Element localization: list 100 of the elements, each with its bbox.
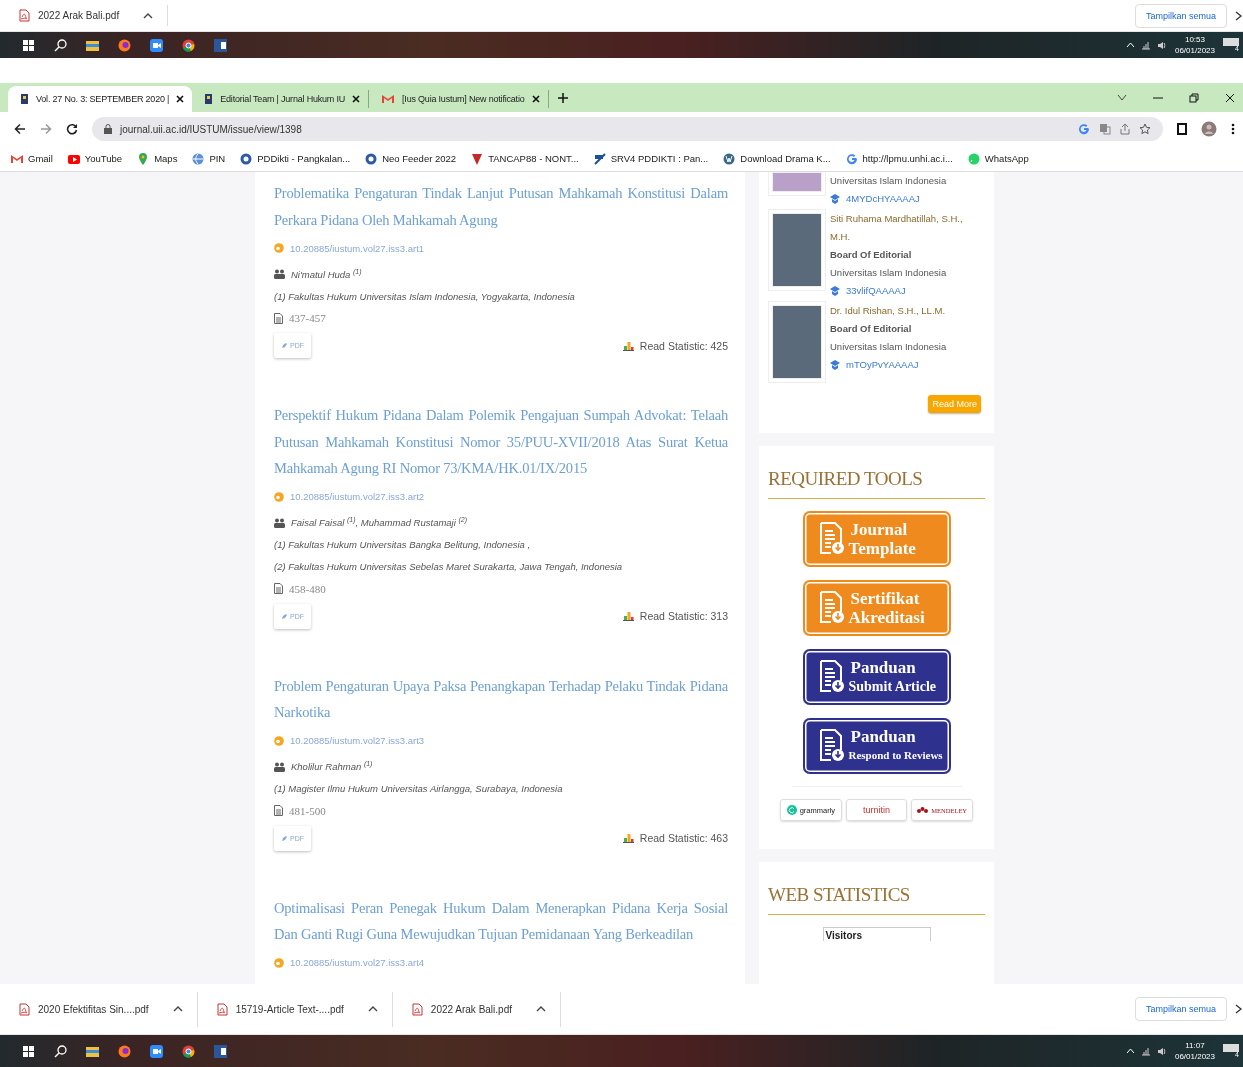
bookmark[interactable]: PIN — [191, 151, 226, 166]
address-bar[interactable]: journal.uii.ac.id/IUSTUM/issue/view/1398 — [92, 117, 1163, 141]
download-item[interactable]: 2022 Arak Bali.pdf — [392, 991, 561, 1027]
logo-icon — [470, 151, 485, 166]
pencil-icon — [281, 834, 287, 842]
folder-icon[interactable] — [85, 38, 99, 52]
translate-icon[interactable] — [1099, 123, 1111, 135]
side-panel-icon[interactable] — [1177, 123, 1187, 135]
tool-button-label: Respond to Reviews — [848, 748, 943, 763]
member-affiliation: Universitas Islam Indonesia — [830, 340, 947, 354]
word-icon[interactable] — [213, 38, 227, 52]
pdf-file-icon — [18, 1002, 30, 1016]
windows-icon[interactable] — [21, 1044, 35, 1058]
file-name: 2022 Arak Bali.pdf — [430, 1003, 512, 1015]
scholar-id-link[interactable]: 4MYDcHYAAAAJ — [846, 190, 920, 208]
caret-up-icon[interactable] — [172, 1005, 183, 1013]
document-download-icon — [818, 728, 845, 764]
caret-up-icon[interactable] — [536, 1005, 546, 1013]
seal-icon — [364, 151, 379, 166]
doi-icon — [274, 491, 284, 502]
chevron-up-icon[interactable] — [1125, 42, 1135, 48]
windows-icon[interactable] — [21, 38, 35, 52]
video-call-icon[interactable] — [149, 1044, 163, 1058]
people-icon — [274, 269, 285, 279]
tool-button[interactable]: Panduan Submit Article — [802, 649, 951, 705]
back-arrow-icon[interactable] — [14, 123, 26, 135]
bookmark[interactable]: PDDikti - Pangkalan... — [239, 151, 351, 166]
speaker-icon[interactable] — [1156, 1046, 1167, 1056]
browser-tab[interactable]: [Ius Quia Iustum] New notificatio — [369, 90, 549, 108]
read-statistic: Read Statistic: 463 — [639, 832, 728, 844]
caret-up-icon[interactable] — [367, 1005, 378, 1013]
browser-tab[interactable]: Editorial Team | Jurnal Hukum IU — [192, 90, 370, 108]
speaker-icon[interactable] — [1156, 40, 1167, 50]
scholar-id-link[interactable]: mTOyPvYAAAAJ — [846, 356, 919, 374]
member-name: Siti Ruhama Mardhatillah, S.H., M.H. — [830, 212, 964, 244]
chevron-up-icon[interactable] — [1125, 1048, 1135, 1054]
url-text: journal.uii.ac.id/IUSTUM/issue/view/1398 — [120, 123, 303, 135]
network-icon[interactable] — [1140, 40, 1151, 50]
bookmark[interactable]: Download Drama K... — [722, 151, 831, 166]
member-affiliation: Universitas Islam Indonesia — [830, 174, 947, 188]
share-icon[interactable] — [1119, 123, 1131, 135]
more-menu-icon[interactable] — [1231, 123, 1235, 135]
caret-up-icon[interactable] — [143, 11, 154, 20]
bookmark[interactable]: Gmail — [10, 151, 53, 166]
bookmark[interactable]: WhatsApp — [966, 151, 1029, 166]
clock-time: 10:53 — [1184, 34, 1205, 45]
download-item[interactable]: 2022 Arak Bali.pdf — [0, 4, 169, 27]
clock-date: 06/01/2023 — [1174, 45, 1215, 56]
people-icon — [274, 761, 285, 772]
show-all-button[interactable]: Tampilkan semua — [1134, 3, 1227, 28]
bookmark[interactable]: SRV4 PDDIKTI : Pan... — [592, 151, 709, 166]
bookmark[interactable]: http://lpmu.unhi.ac.i... — [844, 151, 953, 166]
reload-icon[interactable] — [66, 123, 78, 135]
folder-icon[interactable] — [85, 1044, 99, 1058]
network-icon[interactable] — [1140, 1046, 1151, 1056]
circle-logo-icon — [786, 805, 797, 815]
tool-button[interactable]: Panduan Respond to Reviews — [802, 718, 951, 774]
partner-logo[interactable]: turnitin — [845, 799, 908, 821]
visitors-label: Visitors — [822, 927, 931, 941]
author-names: Kholilur Rahman $^{(1)}$ — [291, 760, 373, 773]
document-icon — [274, 805, 283, 816]
bookmark[interactable]: Neo Feeder 2022 — [364, 151, 457, 166]
minimize-icon[interactable] — [1153, 96, 1163, 99]
author-names: Faisal Faisal $^{(1)}$, Muhammad Rustamaji $^{(2)}$ — [291, 516, 468, 529]
file-name: 2022 Arak Bali.pdf — [38, 10, 120, 21]
graduation-cap-icon — [830, 360, 840, 370]
doi-icon — [274, 243, 284, 253]
tool-button-label: Panduan — [850, 727, 917, 746]
tool-button-label: Sertifikat — [850, 589, 921, 608]
download-item[interactable]: 2020 Efektifitas Sin....pdf — [0, 991, 198, 1027]
affiliation: (2) Fakultas Hukum Universitas Sebelas Maret Surakarta, Jawa Tengah, Indonesia — [274, 561, 623, 572]
chrome-icon[interactable] — [181, 1044, 195, 1058]
show-all-button[interactable]: Tampilkan semua — [1134, 997, 1227, 1021]
doi-icon — [274, 957, 284, 968]
forward-arrow-icon[interactable] — [40, 123, 52, 135]
bookmark[interactable]: TANCAP88 - NONT... — [470, 151, 579, 166]
word-icon[interactable] — [213, 1044, 227, 1058]
chrome-icon[interactable] — [181, 38, 195, 52]
browser-tab[interactable]: Vol. 27 No. 3: SEPTEMBER 2020 | — [8, 86, 193, 112]
google-icon — [844, 151, 859, 166]
video-call-icon[interactable] — [149, 38, 163, 52]
new-tab-icon[interactable] — [556, 92, 569, 104]
chevron-down-icon[interactable] — [1117, 94, 1127, 101]
clock[interactable]: 11:07 06/01/2023 — [1174, 1040, 1215, 1062]
star-icon[interactable] — [1139, 123, 1151, 135]
member-name: Dr. Idul Rishan, S.H., LL.M. — [830, 304, 947, 318]
avatar-icon[interactable] — [1201, 121, 1217, 137]
firefox-icon[interactable] — [117, 38, 131, 52]
graduation-cap-icon — [830, 194, 840, 204]
download-item[interactable]: 15719-Article Text-....pdf — [197, 991, 393, 1027]
firefox-icon[interactable] — [117, 1044, 131, 1058]
scholar-id-link[interactable]: 33vlifQAAAAJ — [846, 282, 906, 300]
bar-chart-icon — [622, 833, 634, 843]
restore-icon[interactable] — [1189, 92, 1199, 103]
search-icon[interactable] — [53, 38, 67, 52]
bookmark[interactable]: YouTube — [66, 151, 123, 166]
search-icon[interactable] — [53, 1044, 67, 1058]
clock[interactable]: 10:53 06/01/2023 — [1174, 34, 1215, 56]
bookmark-icon — [20, 93, 29, 105]
bookmark[interactable]: Maps — [136, 151, 178, 166]
